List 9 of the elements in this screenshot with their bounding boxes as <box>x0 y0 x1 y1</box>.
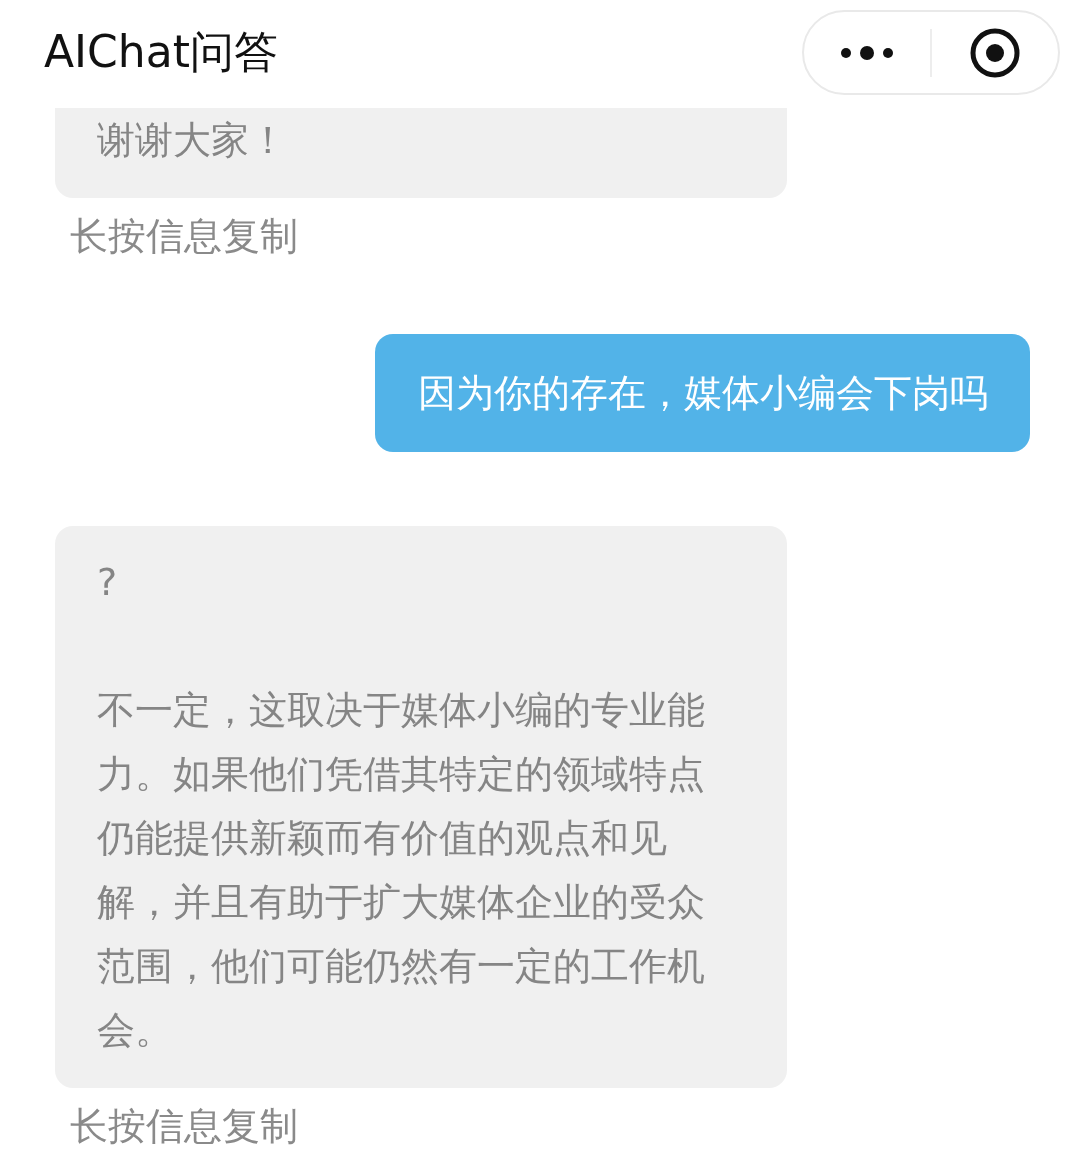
copy-hint: 长按信息复制 <box>70 213 298 260</box>
more-icon[interactable] <box>841 45 893 60</box>
ring-dot-icon[interactable] <box>970 27 1020 78</box>
message-text: 谢谢大家！ <box>97 117 288 164</box>
copy-hint: 长按信息复制 <box>70 1103 298 1150</box>
app-title: AIChat问答 <box>44 26 278 78</box>
message-text: 不一定，这取决于媒体小编的专业能力。如果他们凭借其特定的领域特点仍能提供新颖而有价值的观点和见解，并且有助于扩大媒体企业的受众范围，他们可能仍然有一定的工作机会。 <box>97 687 706 1054</box>
message-text: 因为你的存在，媒体小编会下岗吗 <box>418 370 988 417</box>
message-text: ? <box>97 559 119 606</box>
